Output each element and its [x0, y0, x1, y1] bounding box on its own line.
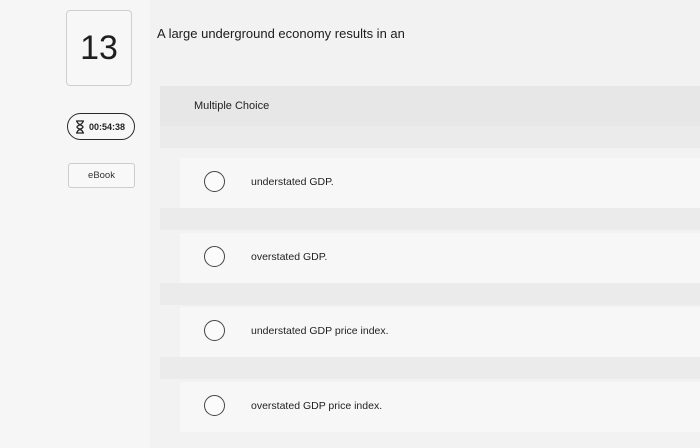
divider: [160, 283, 700, 305]
answer-option-3[interactable]: understated GDP price index.: [180, 307, 700, 357]
answer-option-label: understated GDP price index.: [251, 325, 389, 337]
question-number: 13: [66, 10, 132, 86]
answer-option-4[interactable]: overstated GDP price index.: [180, 382, 700, 432]
timer-value: 00:54:38: [89, 121, 126, 132]
question-text: A large underground economy results in a…: [157, 26, 405, 41]
radio-button[interactable]: [204, 171, 225, 192]
radio-button[interactable]: [204, 320, 225, 341]
hourglass-icon: [75, 119, 85, 134]
answer-option-label: understated GDP.: [251, 176, 334, 188]
divider: [160, 126, 700, 148]
timer-badge[interactable]: 00:54:38: [67, 113, 135, 140]
answer-option-2[interactable]: overstated GDP.: [180, 233, 700, 283]
ebook-button[interactable]: eBook: [68, 163, 135, 188]
answer-option-1[interactable]: understated GDP.: [180, 158, 700, 208]
question-type-label: Multiple Choice: [194, 100, 270, 112]
divider: [160, 357, 700, 379]
answer-option-label: overstated GDP price index.: [251, 400, 383, 412]
divider: [160, 208, 700, 230]
radio-button[interactable]: [204, 395, 225, 416]
radio-button[interactable]: [204, 246, 225, 267]
answer-option-label: overstated GDP.: [251, 251, 328, 263]
